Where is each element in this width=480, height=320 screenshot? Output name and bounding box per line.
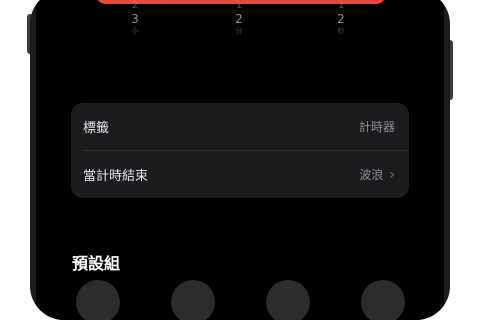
chevron-right-icon: › [389,166,395,183]
preset-button[interactable] [266,280,310,320]
picker-unit: 秒 [337,27,345,35]
time-picker[interactable]: 2 3 小 1 2 分 1 2 秒 [36,0,444,60]
picker-above-value: 1 [337,0,345,11]
when-timer-ends-title: 當計時結束 [83,169,149,184]
picker-above-value: 2 [131,0,139,11]
picker-unit: 分 [235,27,243,35]
when-timer-ends-row[interactable]: 當計時結束 波浪 › [71,151,409,198]
picker-value: 2 [235,12,243,26]
preset-button[interactable] [171,280,215,320]
picker-minutes-column[interactable]: 1 2 分 [224,0,254,36]
preset-button[interactable] [361,280,405,320]
phone-screen: 2 3 小 1 2 分 1 2 秒 標籤 計時器 當計時結束 波浪 › 預設組 [36,0,444,320]
presets-heading: 預設組 [72,254,121,273]
picker-unit: 小 [131,27,139,35]
when-timer-ends-value-group: 波浪 › [359,166,395,183]
picker-hours-column[interactable]: 2 3 小 [120,0,150,36]
label-row[interactable]: 標籤 計時器 [71,103,409,150]
settings-card: 標籤 計時器 當計時結束 波浪 › [71,103,409,198]
picker-value: 3 [131,12,139,26]
label-title: 標籤 [83,121,110,136]
picker-seconds-column[interactable]: 1 2 秒 [326,0,356,36]
preset-button[interactable] [76,280,120,320]
label-value: 計時器 [358,120,395,134]
when-timer-ends-value: 波浪 [359,168,384,182]
picker-above-value: 1 [235,0,243,11]
picker-value: 2 [337,12,345,26]
phone-frame: 2 3 小 1 2 分 1 2 秒 標籤 計時器 當計時結束 波浪 › 預設組 [30,0,450,320]
preset-list [76,280,405,320]
